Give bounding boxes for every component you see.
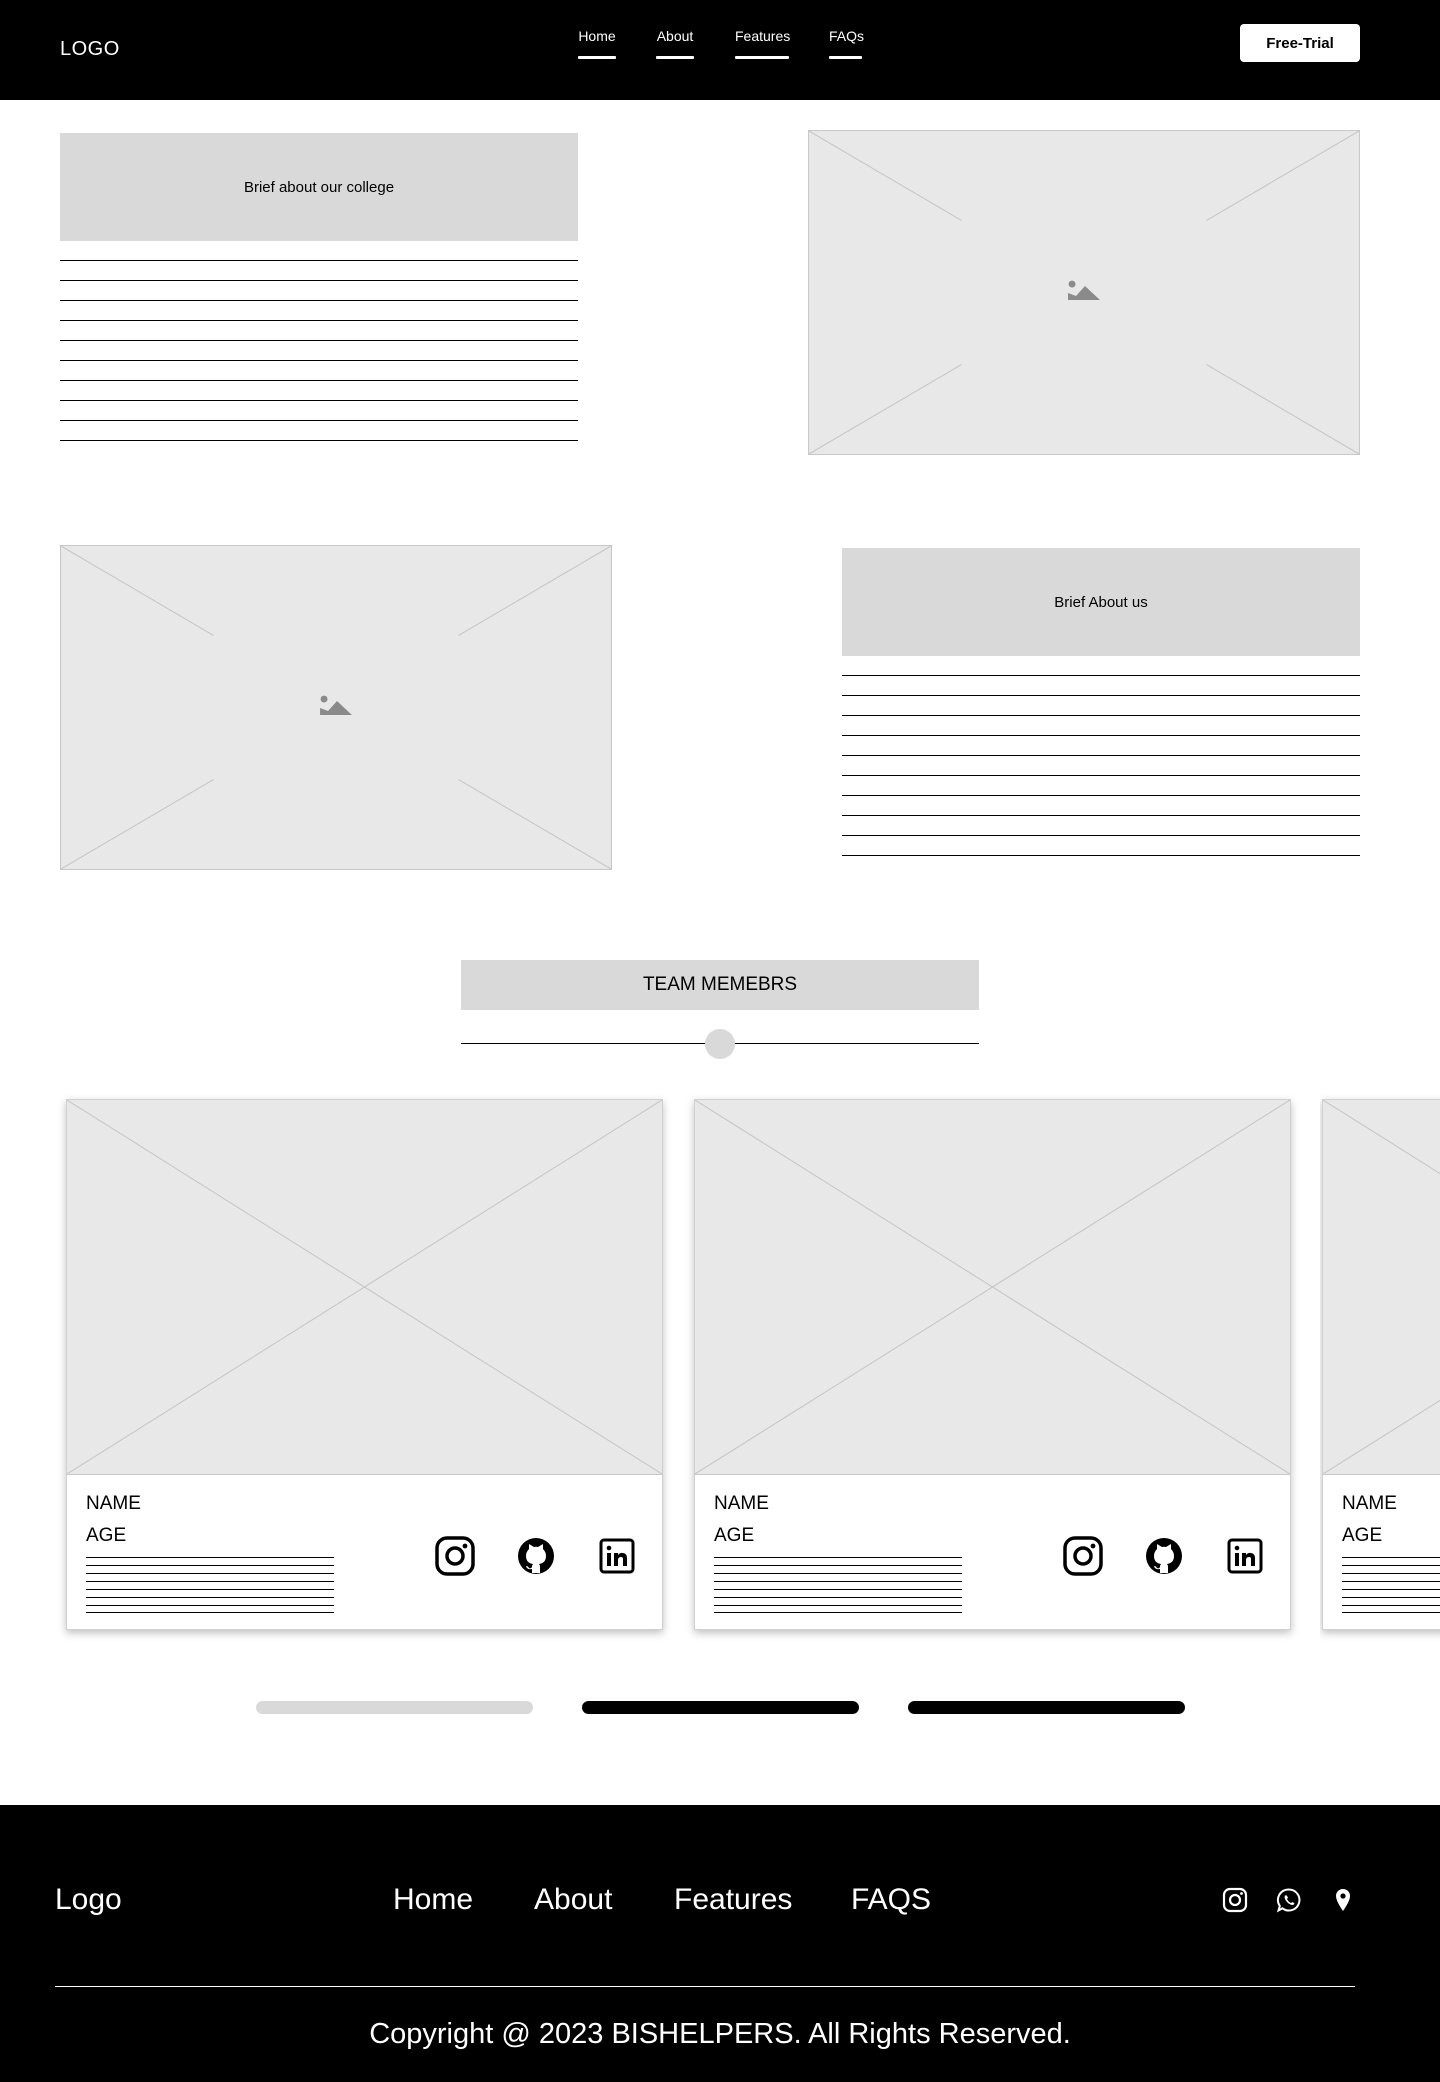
about-us-heading: Brief About us	[842, 548, 1360, 656]
team-slider-handle[interactable]	[705, 1029, 735, 1059]
footer-nav-features[interactable]: Features	[674, 1883, 792, 1917]
nav-faqs[interactable]: FAQs	[829, 28, 865, 59]
linkedin-icon[interactable]	[1225, 1536, 1265, 1576]
member-bio-lines	[714, 1557, 962, 1613]
member-age: AGE	[86, 1525, 127, 1546]
member-bio-lines	[1342, 1557, 1440, 1613]
nav-home-underline	[578, 56, 616, 59]
college-image-placeholder	[808, 130, 1360, 455]
member-photo-placeholder	[695, 1100, 1290, 1475]
nav-faqs-label: FAQs	[829, 28, 865, 44]
footer-logo[interactable]: Logo	[55, 1883, 122, 1917]
carousel-page-indicator-2[interactable]	[582, 1701, 859, 1714]
image-placeholder-cross	[695, 1100, 1290, 1474]
picture-icon	[1068, 280, 1100, 300]
whatsapp-icon[interactable]	[1276, 1887, 1302, 1913]
member-name: NAME	[714, 1493, 769, 1514]
about-us-text-lines	[842, 675, 1360, 857]
team-carousel-overflow: NAME AGE	[1320, 1090, 1440, 1650]
team-members-title: TEAM MEMEBRS	[461, 960, 979, 1010]
image-placeholder-cross	[61, 546, 611, 869]
college-brief-text-lines	[60, 260, 578, 442]
member-age: AGE	[714, 1525, 755, 1546]
footer-nav-faqs[interactable]: FAQS	[851, 1883, 931, 1917]
team-member-card[interactable]: NAME AGE	[66, 1099, 663, 1630]
footer-divider	[55, 1986, 1355, 1987]
instagram-icon[interactable]	[435, 1536, 475, 1576]
team-member-card[interactable]: NAME AGE	[694, 1099, 1291, 1630]
member-name: NAME	[1342, 1493, 1397, 1514]
nav-features[interactable]: Features	[735, 28, 791, 59]
image-placeholder-cross	[1323, 1100, 1440, 1474]
github-icon[interactable]	[1144, 1536, 1184, 1576]
member-photo-placeholder	[1323, 1100, 1440, 1475]
nav-about-label: About	[656, 28, 694, 44]
carousel-page-indicator-1[interactable]	[256, 1701, 533, 1714]
footer-nav-home[interactable]: Home	[393, 1883, 473, 1917]
member-age: AGE	[1342, 1525, 1383, 1546]
nav-features-label: Features	[735, 28, 791, 44]
linkedin-icon[interactable]	[597, 1536, 637, 1576]
github-icon[interactable]	[516, 1536, 556, 1576]
page: LOGO Home About Features FAQs Free-Trial…	[0, 0, 1440, 2082]
footer-nav-about[interactable]: About	[534, 1883, 612, 1917]
location-pin-icon[interactable]	[1330, 1887, 1356, 1913]
image-placeholder-cross	[809, 131, 1359, 454]
carousel-page-indicator-3[interactable]	[908, 1701, 1185, 1714]
instagram-icon[interactable]	[1063, 1536, 1103, 1576]
nav-faqs-underline	[829, 56, 862, 59]
top-navbar: LOGO Home About Features FAQs Free-Trial	[0, 0, 1440, 100]
team-member-card[interactable]: NAME AGE	[1322, 1099, 1440, 1630]
member-photo-placeholder	[67, 1100, 662, 1475]
college-brief-heading: Brief about our college	[60, 133, 578, 241]
footer: Logo Home About Features FAQS Copyright …	[0, 1805, 1440, 2082]
about-us-image-placeholder	[60, 545, 612, 870]
member-bio-lines	[86, 1557, 334, 1613]
picture-icon	[320, 695, 352, 715]
logo[interactable]: LOGO	[60, 38, 120, 61]
image-placeholder-cross	[67, 1100, 662, 1474]
nav-about-underline	[656, 56, 694, 59]
nav-about[interactable]: About	[656, 28, 694, 59]
copyright-text: Copyright @ 2023 BISHELPERS. All Rights …	[369, 2018, 1071, 2050]
nav-home-label: Home	[578, 28, 616, 44]
free-trial-button[interactable]: Free-Trial	[1240, 24, 1360, 62]
member-name: NAME	[86, 1493, 141, 1514]
instagram-icon[interactable]	[1222, 1887, 1248, 1913]
nav-home[interactable]: Home	[578, 28, 616, 59]
nav-features-underline	[735, 56, 789, 59]
